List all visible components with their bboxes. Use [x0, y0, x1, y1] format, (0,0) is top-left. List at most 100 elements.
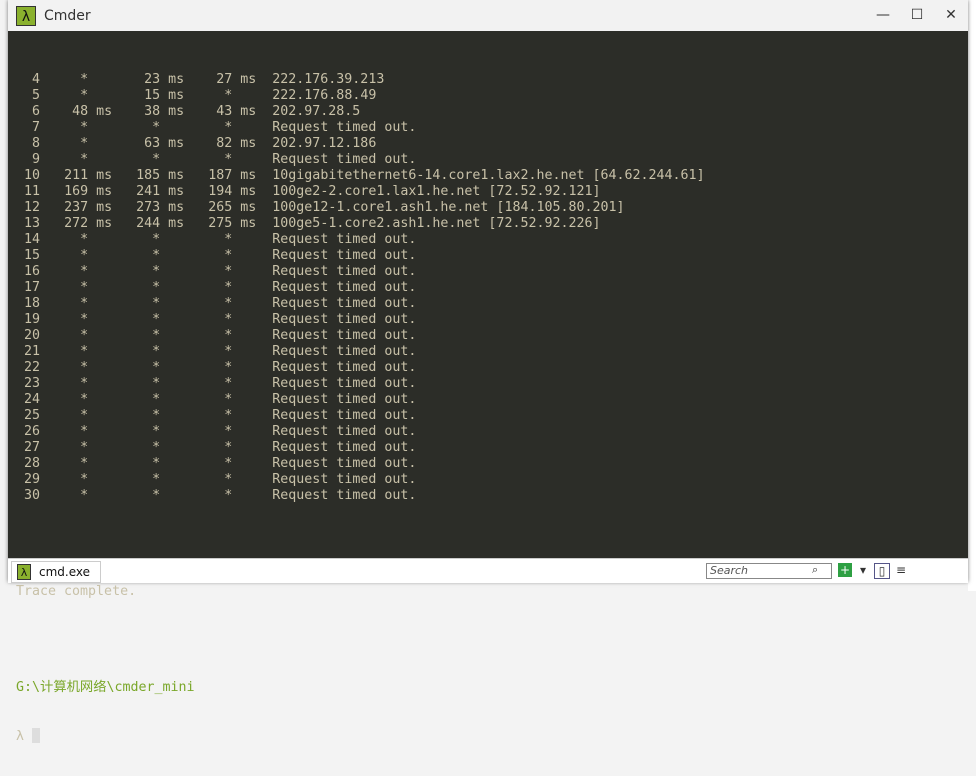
prompt-symbol: λ — [16, 729, 25, 744]
hop-host: Request timed out. — [272, 472, 417, 487]
trace-row: 21 * * * Request timed out. — [16, 344, 705, 360]
rtt-t1: * — [80, 120, 89, 135]
minimize-button[interactable]: — — [866, 0, 900, 31]
hop-number: 5 — [32, 88, 41, 103]
tab-label: cmd.exe — [39, 565, 91, 579]
rtt-t2: 63 ms — [144, 136, 185, 151]
rtt-t1: * — [80, 376, 89, 391]
hop-host: Request timed out. — [272, 296, 417, 311]
hop-host: Request timed out. — [272, 424, 417, 439]
hop-host: 222.176.39.213 — [272, 72, 385, 87]
rtt-t3: * — [224, 312, 233, 327]
hop-number: 11 — [24, 184, 41, 199]
rtt-t3: * — [224, 280, 233, 295]
hop-number: 20 — [24, 328, 41, 343]
split-icon[interactable]: ▯ — [874, 563, 890, 579]
rtt-t1: 237 ms — [64, 200, 113, 215]
rtt-t2: * — [152, 408, 161, 423]
rtt-t2: * — [152, 312, 161, 327]
hop-host: Request timed out. — [272, 392, 417, 407]
trace-row: 26 * * * Request timed out. — [16, 424, 705, 440]
rtt-t3: 43 ms — [216, 104, 257, 119]
rtt-t3: * — [224, 392, 233, 407]
rtt-t3: 265 ms — [208, 200, 257, 215]
trace-row: 12 237 ms 273 ms 265 ms 100ge12-1.core1.… — [16, 200, 705, 216]
rtt-t3: * — [224, 488, 233, 503]
trace-row: 29 * * * Request timed out. — [16, 472, 705, 488]
prompt-path: G:\计算机网络\cmder_mini — [16, 680, 195, 695]
trace-row: 30 * * * Request timed out. — [16, 488, 705, 504]
rtt-t1: * — [80, 488, 89, 503]
trace-row: 10 211 ms 185 ms 187 ms 10gigabitetherne… — [16, 168, 705, 184]
rtt-t1: * — [80, 296, 89, 311]
cmder-window: λ Cmder — ☐ ✕ 4 * 23 ms 27 ms 222.176.39… — [8, 0, 968, 744]
rtt-t2: 273 ms — [136, 200, 185, 215]
rtt-t3: * — [224, 88, 233, 103]
trace-row: 14 * * * Request timed out. — [16, 232, 705, 248]
new-console-icon[interactable]: + — [838, 563, 852, 577]
rtt-t3: * — [224, 440, 233, 455]
rtt-t2: 23 ms — [144, 72, 185, 87]
dropdown-icon[interactable]: ▾ — [856, 563, 870, 577]
background-page — [968, 0, 976, 591]
rtt-t2: * — [152, 280, 161, 295]
hop-host: Request timed out. — [272, 376, 417, 391]
hop-host: Request timed out. — [272, 344, 417, 359]
trace-row: 8 * 63 ms 82 ms 202.97.12.186 — [16, 136, 705, 152]
rtt-t3: 194 ms — [208, 184, 257, 199]
cmder-tab-icon: λ — [17, 564, 31, 580]
title-bar[interactable]: λ Cmder — ☐ ✕ — [8, 0, 968, 31]
rtt-t2: * — [152, 424, 161, 439]
hop-number: 8 — [32, 136, 41, 151]
rtt-t1: * — [80, 360, 89, 375]
cursor — [32, 728, 41, 743]
rtt-t1: * — [80, 440, 89, 455]
hop-host: Request timed out. — [272, 312, 417, 327]
window-title: Cmder — [44, 7, 91, 24]
hop-number: 13 — [24, 216, 41, 231]
hop-host: Request timed out. — [272, 456, 417, 471]
hop-host: Request timed out. — [272, 248, 417, 263]
hop-number: 10 — [24, 168, 41, 183]
rtt-t3: * — [224, 232, 233, 247]
rtt-t2: * — [152, 344, 161, 359]
trace-row: 6 48 ms 38 ms 43 ms 202.97.28.5 — [16, 104, 705, 120]
hop-host: Request timed out. — [272, 264, 417, 279]
rtt-t2: * — [152, 232, 161, 247]
close-button[interactable]: ✕ — [934, 0, 968, 31]
rtt-t3: * — [224, 376, 233, 391]
trace-row: 5 * 15 ms * 222.176.88.49 — [16, 88, 705, 104]
maximize-button[interactable]: ☐ — [900, 0, 934, 31]
rtt-t3: 82 ms — [216, 136, 257, 151]
trace-row: 18 * * * Request timed out. — [16, 296, 705, 312]
menu-icon[interactable]: ≡ — [894, 563, 908, 577]
hop-number: 27 — [24, 440, 41, 455]
terminal-output[interactable]: 4 * 23 ms 27 ms 222.176.39.213 5 * 15 ms… — [16, 40, 705, 776]
console-tab[interactable]: λ cmd.exe — [11, 561, 101, 583]
rtt-t1: * — [80, 88, 89, 103]
rtt-t1: * — [80, 456, 89, 471]
hop-host: Request timed out. — [272, 440, 417, 455]
trace-row: 16 * * * Request timed out. — [16, 264, 705, 280]
trace-row: 22 * * * Request timed out. — [16, 360, 705, 376]
hop-host: 100ge12-1.core1.ash1.he.net [184.105.80.… — [272, 200, 625, 215]
trace-row: 24 * * * Request timed out. — [16, 392, 705, 408]
rtt-t2: * — [152, 296, 161, 311]
rtt-t1: * — [80, 232, 89, 247]
hop-number: 16 — [24, 264, 41, 279]
rtt-t1: * — [80, 248, 89, 263]
hop-number: 9 — [32, 152, 41, 167]
hop-number: 24 — [24, 392, 41, 407]
search-icon[interactable]: ⌕ — [812, 563, 818, 577]
rtt-t1: * — [80, 264, 89, 279]
rtt-t3: * — [224, 344, 233, 359]
rtt-t1: 272 ms — [64, 216, 113, 231]
rtt-t3: * — [224, 152, 233, 167]
hop-number: 25 — [24, 408, 41, 423]
rtt-t1: * — [80, 280, 89, 295]
rtt-t3: 275 ms — [208, 216, 257, 231]
trace-row: 9 * * * Request timed out. — [16, 152, 705, 168]
rtt-t2: 15 ms — [144, 88, 185, 103]
rtt-t1: * — [80, 424, 89, 439]
trace-complete: Trace complete. — [16, 584, 137, 599]
